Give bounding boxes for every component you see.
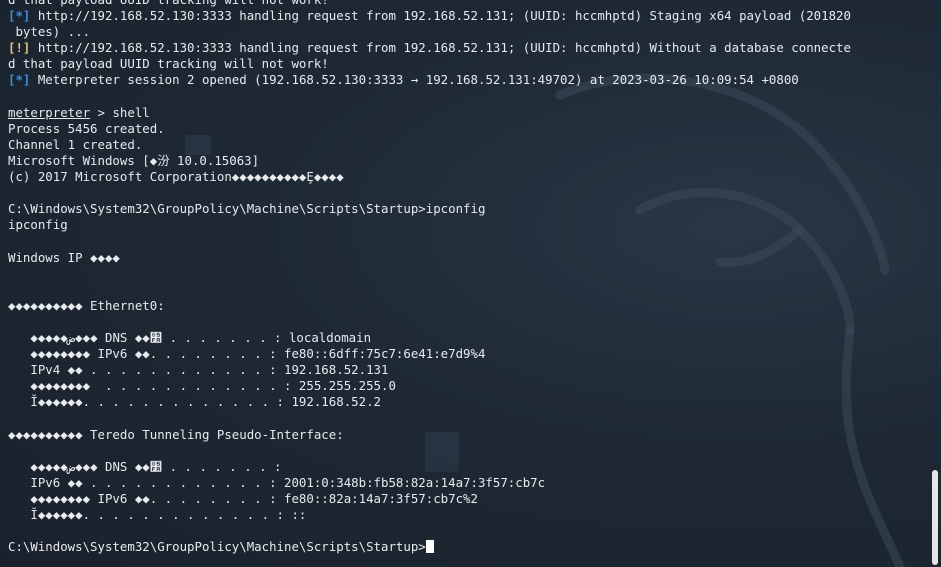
- terminal-line-text: ◆◆◆◆◆ض◆◆◆ DNS ◆◆׺ . . . . . . . :: [8, 458, 282, 474]
- terminal-line-text: Windows IP ◆◆◆◆: [8, 249, 120, 265]
- terminal-line: Ĭ◆◆◆◆◆◆. . . . . . . . . . . . . : 192.1…: [8, 394, 927, 410]
- terminal-line: [*] Meterpreter session 2 opened (192.16…: [8, 72, 927, 88]
- terminal-line: ◆◆◆◆◆◆◆◆◆◆ Ethernet0:: [8, 298, 927, 314]
- terminal-line-text: Meterpreter session 2 opened (192.168.52…: [30, 72, 799, 88]
- terminal-line: C:\Windows\System32\GroupPolicy\Machine\…: [8, 539, 927, 555]
- terminal-line: meterpreter > shell: [8, 105, 927, 121]
- terminal-line-text: > shell: [90, 104, 150, 120]
- terminal-window[interactable]: d that payload UUID tracking will not wo…: [0, 0, 941, 567]
- terminal-line: Ĭ◆◆◆◆◆◆. . . . . . . . . . . . . : ::: [8, 507, 927, 523]
- terminal-line: ◆◆◆◆◆◆◆◆ . . . . . . . . . . . . : 255.2…: [8, 378, 927, 394]
- terminal-line: Windows IP ◆◆◆◆: [8, 250, 927, 266]
- terminal-line-text: Microsoft Windows [◆汾 10.0.15063]: [8, 152, 260, 168]
- terminal-line-text: http://192.168.52.130:3333 handling requ…: [30, 8, 851, 24]
- terminal-line-text: C:\Windows\System32\GroupPolicy\Machine\…: [8, 201, 486, 217]
- terminal-line: ◆◆◆◆◆◆◆◆ IPv6 ◆◆. . . . . . . . : fe80::…: [8, 346, 927, 362]
- terminal-line-text: (c) 2017 Microsoft Corporation◆◆◆◆◆◆◆◆◆◆…: [8, 169, 344, 185]
- terminal-line-text: IPv6 ◆◆ . . . . . . . . . . . . : 2001:0…: [8, 474, 546, 490]
- terminal-line-text: ◆◆◆◆◆◆◆◆◆◆ Ethernet0:: [8, 297, 165, 313]
- terminal-line: IPv4 ◆◆ . . . . . . . . . . . . : 192.16…: [8, 362, 927, 378]
- info-tag: [*]: [8, 72, 31, 88]
- meterpreter-prompt: meterpreter: [8, 104, 91, 120]
- terminal-line: (c) 2017 Microsoft Corporation◆◆◆◆◆◆◆◆◆◆…: [8, 169, 927, 185]
- terminal-line: ◆◆◆◆◆◆◆◆◆◆ Teredo Tunneling Pseudo-Inter…: [8, 427, 927, 443]
- terminal-line: Channel 1 created.: [8, 137, 927, 153]
- terminal-line: ◆◆◆◆◆ض◆◆◆ DNS ◆◆׺ . . . . . . . : locald…: [8, 330, 927, 346]
- terminal-line-text: ◆◆◆◆◆◆◆◆◆◆ Teredo Tunneling Pseudo-Inter…: [8, 426, 344, 442]
- terminal-line-text: d that payload UUID tracking will not wo…: [8, 0, 329, 7]
- terminal-line-text: Process 5456 created.: [8, 120, 165, 136]
- terminal-line: ◆◆◆◆◆◆◆◆ IPv6 ◆◆. . . . . . . . : fe80::…: [8, 491, 927, 507]
- terminal-line: [!] http://192.168.52.130:3333 handling …: [8, 40, 927, 56]
- terminal-line-text: bytes) ...: [8, 24, 91, 40]
- terminal-line-text: d that payload UUID tracking will not wo…: [8, 56, 329, 72]
- warning-tag: [!]: [8, 40, 31, 56]
- terminal-line: [*] http://192.168.52.130:3333 handling …: [8, 8, 927, 24]
- terminal-line: ◆◆◆◆◆ض◆◆◆ DNS ◆◆׺ . . . . . . . :: [8, 459, 927, 475]
- terminal-line: C:\Windows\System32\GroupPolicy\Machine\…: [8, 201, 927, 217]
- terminal-line: d that payload UUID tracking will not wo…: [8, 0, 927, 8]
- terminal-output: d that payload UUID tracking will not wo…: [8, 0, 927, 555]
- scrollbar[interactable]: [929, 0, 941, 567]
- terminal-line-text: ◆◆◆◆◆◆◆◆ . . . . . . . . . . . . : 255.2…: [8, 378, 396, 394]
- terminal-line-text: Channel 1 created.: [8, 136, 143, 152]
- terminal-line-text: ◆◆◆◆◆◆◆◆ IPv6 ◆◆. . . . . . . . : fe80::…: [8, 490, 478, 506]
- terminal-line-text: Ĭ◆◆◆◆◆◆. . . . . . . . . . . . . : ::: [8, 507, 307, 522]
- terminal-line-text: ◆◆◆◆◆ض◆◆◆ DNS ◆◆׺ . . . . . . . : locald…: [8, 329, 372, 345]
- terminal-line: IPv6 ◆◆ . . . . . . . . . . . . : 2001:0…: [8, 475, 927, 491]
- terminal-line: Microsoft Windows [◆汾 10.0.15063]: [8, 153, 927, 169]
- terminal-line: Process 5456 created.: [8, 121, 927, 137]
- terminal-line: ipconfig: [8, 217, 927, 233]
- terminal-line-text: ◆◆◆◆◆◆◆◆ IPv6 ◆◆. . . . . . . . : fe80::…: [8, 346, 486, 362]
- terminal-line: bytes) ...: [8, 24, 927, 40]
- info-tag: [*]: [8, 8, 31, 24]
- terminal-line-text: ipconfig: [8, 217, 68, 233]
- terminal-line-text: IPv4 ◆◆ . . . . . . . . . . . . : 192.16…: [8, 362, 389, 378]
- terminal-line: d that payload UUID tracking will not wo…: [8, 56, 927, 72]
- scrollbar-thumb[interactable]: [932, 470, 938, 565]
- terminal-line-text: http://192.168.52.130:3333 handling requ…: [30, 40, 851, 56]
- terminal-line-text: Ĭ◆◆◆◆◆◆. . . . . . . . . . . . . : 192.1…: [8, 394, 381, 410]
- terminal-line-text: C:\Windows\System32\GroupPolicy\Machine\…: [8, 539, 426, 555]
- text-cursor[interactable]: [425, 540, 434, 554]
